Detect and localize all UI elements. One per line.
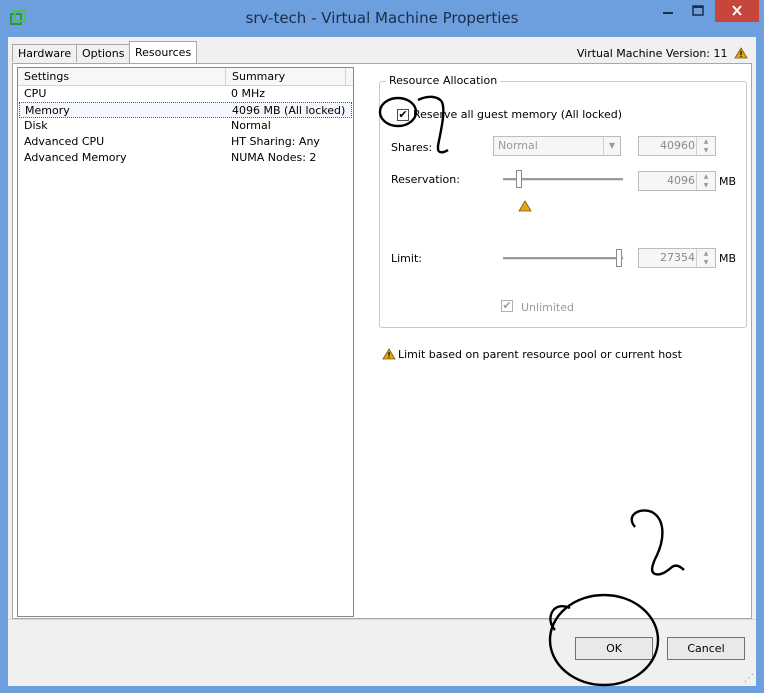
- setting-name: Advanced Memory: [24, 151, 127, 164]
- limit-note: Limit based on parent resource pool or c…: [398, 348, 682, 361]
- spin-arrows-icon: ▲ ▼: [696, 137, 715, 155]
- resize-grip-icon[interactable]: ⋰: [744, 673, 754, 684]
- tab-options[interactable]: Options: [76, 44, 131, 62]
- reserve-all-memory-label: Reserve all guest memory (All locked): [413, 108, 623, 121]
- maximize-button[interactable]: [683, 0, 713, 22]
- setting-name: CPU: [24, 87, 47, 100]
- settings-row-disk[interactable]: Disk Normal: [19, 118, 352, 134]
- shares-select[interactable]: Normal ▼: [493, 136, 621, 156]
- setting-name: Memory: [25, 104, 70, 117]
- vm-version-text: Virtual Machine Version: 11: [576, 47, 728, 60]
- column-header-summary[interactable]: Summary: [226, 68, 346, 85]
- dialog-client-area: Hardware Options Resources Virtual Machi…: [8, 37, 756, 686]
- reservation-slider-thumb[interactable]: [515, 170, 522, 188]
- warning-icon: [518, 200, 532, 212]
- unlimited-label: Unlimited: [521, 301, 574, 314]
- setting-summary: Normal: [231, 119, 271, 132]
- setting-summary: 0 MHz: [231, 87, 266, 100]
- ok-button[interactable]: OK: [575, 637, 653, 660]
- warning-icon: [382, 348, 396, 360]
- minimize-icon: [663, 12, 673, 14]
- setting-name: Advanced CPU: [24, 135, 105, 148]
- minimize-button[interactable]: [653, 0, 683, 22]
- spin-arrows-icon: ▲ ▼: [696, 172, 715, 190]
- settings-row-advanced-memory[interactable]: Advanced Memory NUMA Nodes: 2: [19, 150, 352, 166]
- limit-value: 27354: [660, 251, 695, 264]
- reserve-all-memory-checkbox[interactable]: ✔: [397, 109, 409, 121]
- limit-value-spinner[interactable]: 27354 ▲ ▼: [638, 248, 716, 268]
- setting-name: Disk: [24, 119, 48, 132]
- checkmark-icon: ✔: [398, 108, 408, 121]
- reservation-value: 4096: [667, 174, 695, 187]
- shares-value: 40960: [660, 139, 695, 152]
- settings-row-memory[interactable]: Memory 4096 MB (All locked): [19, 102, 352, 118]
- limit-slider-track[interactable]: [503, 257, 623, 260]
- close-button[interactable]: [715, 0, 759, 22]
- maximize-icon: [692, 5, 704, 16]
- cancel-button[interactable]: Cancel: [667, 637, 745, 660]
- tab-hardware[interactable]: Hardware: [12, 44, 78, 62]
- setting-summary: HT Sharing: Any: [231, 135, 320, 148]
- shares-select-value: Normal: [498, 139, 538, 152]
- window-title: srv-tech - Virtual Machine Properties: [245, 9, 519, 27]
- reservation-label: Reservation:: [391, 173, 460, 186]
- column-header-settings[interactable]: Settings: [18, 68, 226, 85]
- resource-allocation-legend: Resource Allocation: [386, 74, 501, 87]
- shares-label: Shares:: [391, 141, 433, 154]
- list-header: Settings Summary: [18, 68, 353, 86]
- checkmark-icon: ✔: [502, 299, 512, 312]
- close-icon: [732, 5, 742, 16]
- title-bar[interactable]: srv-tech - Virtual Machine Properties: [0, 0, 764, 36]
- limit-label: Limit:: [391, 252, 422, 265]
- warning-icon: [734, 47, 748, 59]
- settings-row-cpu[interactable]: CPU 0 MHz: [19, 86, 352, 102]
- settings-list[interactable]: Settings Summary CPU 0 MHz Memory 4096 M…: [17, 67, 354, 617]
- spin-arrows-icon: ▲ ▼: [696, 249, 715, 267]
- shares-value-spinner[interactable]: 40960 ▲ ▼: [638, 136, 716, 156]
- vm-version: Virtual Machine Version: 11: [577, 47, 748, 60]
- limit-unit: MB: [719, 252, 737, 265]
- setting-summary: 4096 MB (All locked): [232, 104, 346, 117]
- reservation-unit: MB: [719, 175, 737, 188]
- window-frame: srv-tech - Virtual Machine Properties Ha…: [0, 0, 764, 693]
- chevron-down-icon: ▼: [603, 137, 620, 155]
- settings-row-advanced-cpu[interactable]: Advanced CPU HT Sharing: Any: [19, 134, 352, 150]
- tab-resources[interactable]: Resources: [129, 41, 198, 63]
- unlimited-checkbox[interactable]: ✔: [501, 300, 513, 312]
- button-bar: OK Cancel ⋰: [8, 619, 756, 686]
- limit-slider-thumb[interactable]: [616, 249, 623, 267]
- reservation-value-spinner[interactable]: 4096 ▲ ▼: [638, 171, 716, 191]
- setting-summary: NUMA Nodes: 2: [231, 151, 317, 164]
